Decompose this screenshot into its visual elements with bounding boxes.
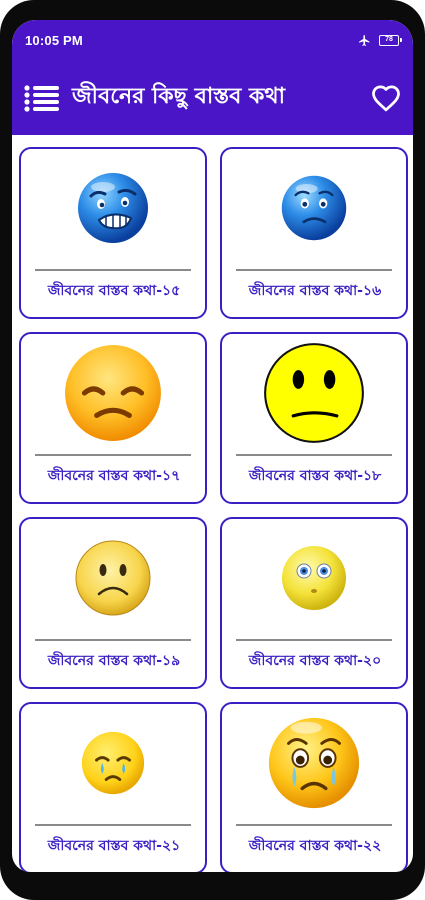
heart-outline-icon[interactable] (371, 84, 401, 112)
story-card-18[interactable]: জীবনের বাস্তব কথা-১৮ (220, 332, 408, 504)
story-card-22[interactable]: জীবনের বাস্তব কথা-২২ (220, 702, 408, 872)
story-card-16[interactable]: জীবনের বাস্তব কথা-১৬ (220, 147, 408, 319)
yellow-crying-face-icon (81, 731, 145, 795)
card-divider (35, 269, 191, 271)
emoji-image (222, 704, 406, 822)
story-card-17[interactable]: জীবনের বাস্তব কথা-১৭ (19, 332, 207, 504)
story-card-15[interactable]: জীবনের বাস্তব কথা-১৫ (19, 147, 207, 319)
card-label: জীবনের বাস্তব কথা-২২ (248, 838, 382, 854)
emoji-image (222, 334, 406, 452)
card-divider (236, 269, 392, 271)
emoji-image (222, 519, 406, 637)
emoji-image (222, 149, 406, 267)
story-card-21[interactable]: জীবনের বাস্তব কথা-২১ (19, 702, 207, 872)
emoji-image (21, 334, 205, 452)
yellow-sobbing-face-icon (268, 717, 360, 809)
yellow-neutral-face-icon (264, 343, 364, 443)
app-bar: জীবনের কিছু বাস্তব কথা (12, 60, 413, 135)
menu-list-icon[interactable] (24, 83, 60, 113)
card-label: জীবনের বাস্তব কথা-২০ (248, 653, 382, 669)
card-divider (236, 454, 392, 456)
airplane-icon (359, 34, 370, 46)
card-divider (35, 454, 191, 456)
emoji-image (21, 149, 205, 267)
phone-side-button (0, 92, 5, 132)
emoji-image (21, 519, 205, 637)
card-label: জীবনের বাস্তব কথা-২১ (47, 838, 181, 854)
card-label: জীবনের বাস্তব কথা-১৬ (248, 283, 382, 299)
app-title: জীবনের কিছু বাস্তব কথা (72, 84, 285, 109)
app-screen: 10:05 PM 78 জীবনের কিছু বাস্তব কথা জীবনে… (12, 20, 413, 872)
story-card-19[interactable]: জীবনের বাস্তব কথা-১৯ (19, 517, 207, 689)
card-divider (35, 639, 191, 641)
card-divider (236, 824, 392, 826)
status-bar: 10:05 PM 78 (12, 20, 413, 60)
story-grid: জীবনের বাস্তব কথা-১৫ জীবনের বাস্তব কথা-১… (12, 135, 413, 872)
blue-grimacing-face-icon (78, 173, 148, 243)
card-label: জীবনের বাস্তব কথা-১৭ (47, 468, 181, 484)
story-card-20[interactable]: জীবনের বাস্তব কথা-২০ (220, 517, 408, 689)
phone-side-button (420, 160, 425, 220)
phone-side-button (0, 150, 5, 230)
battery-icon: 78 (379, 34, 402, 46)
yellow-frowning-face-icon (75, 540, 151, 616)
status-time: 10:05 PM (25, 32, 83, 48)
card-divider (236, 639, 392, 641)
blue-worried-face-icon (281, 175, 347, 241)
status-icons: 78 (358, 34, 402, 47)
card-label: জীবনের বাস্তব কথা-১৫ (47, 283, 181, 299)
yellow-dazed-face-icon (282, 546, 346, 610)
emoji-image (21, 704, 205, 822)
card-label: জীবনের বাস্তব কথা-১৮ (248, 468, 382, 484)
battery-level: 78 (385, 35, 393, 43)
card-divider (35, 824, 191, 826)
pensive-sad-face-icon (65, 345, 161, 441)
card-label: জীবনের বাস্তব কথা-১৯ (47, 653, 181, 669)
